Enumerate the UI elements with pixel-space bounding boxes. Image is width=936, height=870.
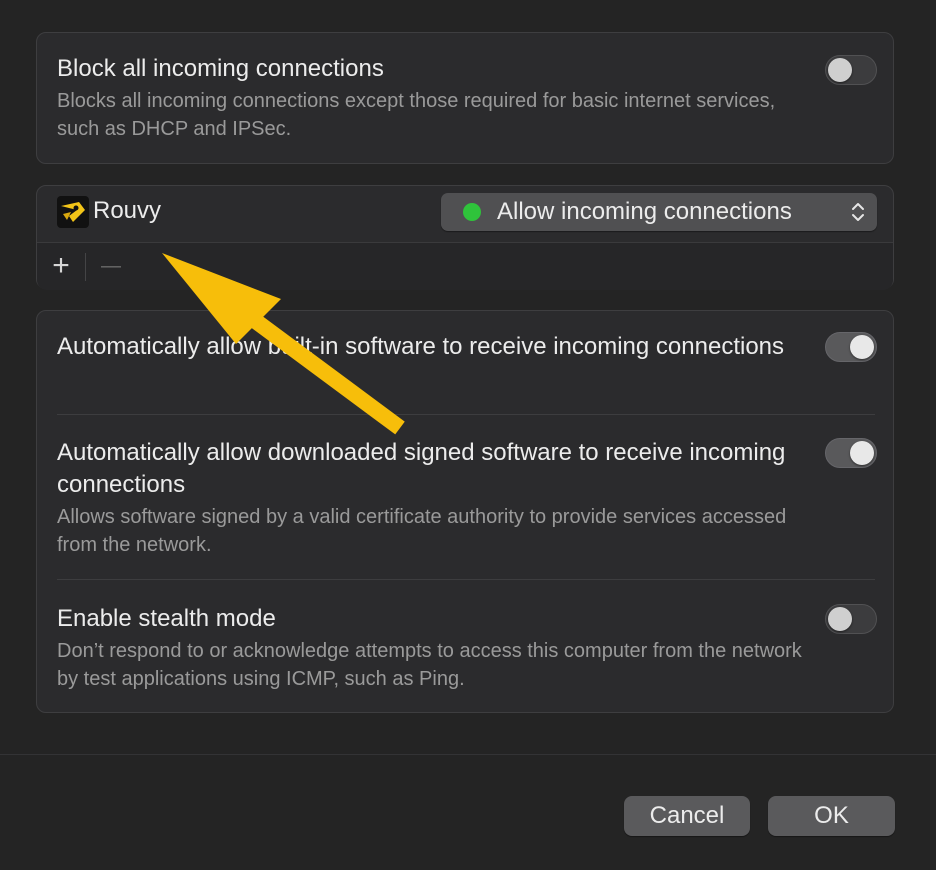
toggle-knob bbox=[850, 441, 874, 465]
app-list-panel: Rouvy Allow incoming connections + — bbox=[36, 185, 894, 290]
updown-chevron-icon bbox=[852, 203, 864, 221]
block-incoming-row: Block all incoming connections Blocks al… bbox=[57, 53, 803, 143]
status-dot bbox=[463, 203, 481, 221]
connection-status-select[interactable]: Allow incoming connections bbox=[441, 193, 877, 231]
block-incoming-title: Block all incoming connections bbox=[57, 55, 384, 82]
cancel-button[interactable]: Cancel bbox=[624, 796, 750, 836]
divider bbox=[57, 579, 875, 580]
auto-allow-signed-toggle[interactable] bbox=[825, 438, 877, 468]
add-app-button[interactable]: + bbox=[47, 249, 75, 283]
footer-divider bbox=[0, 754, 936, 755]
app-list-row[interactable]: Rouvy Allow incoming connections bbox=[37, 186, 893, 242]
toggle-knob bbox=[850, 335, 874, 359]
toggle-knob bbox=[828, 607, 852, 631]
block-incoming-toggle[interactable] bbox=[825, 55, 877, 85]
settings-panel: Automatically allow built-in software to… bbox=[36, 310, 894, 713]
auto-allow-builtin-title: Automatically allow built-in software to… bbox=[57, 333, 785, 360]
app-list-toolbar: + — bbox=[37, 242, 893, 290]
stealth-mode-toggle[interactable] bbox=[825, 604, 877, 634]
connection-status-label: Allow incoming connections bbox=[497, 198, 792, 225]
auto-allow-builtin-row: Automatically allow built-in software to… bbox=[57, 331, 803, 363]
remove-app-button[interactable]: — bbox=[97, 249, 125, 283]
block-incoming-panel: Block all incoming connections Blocks al… bbox=[36, 32, 894, 164]
auto-allow-signed-title: Automatically allow downloaded signed so… bbox=[57, 439, 786, 498]
stealth-mode-description: Don’t respond to or acknowledge attempts… bbox=[57, 640, 802, 690]
stealth-mode-title: Enable stealth mode bbox=[57, 605, 276, 632]
ok-button[interactable]: OK bbox=[768, 796, 895, 836]
auto-allow-builtin-toggle[interactable] bbox=[825, 332, 877, 362]
toggle-knob bbox=[828, 58, 852, 82]
auto-allow-signed-row: Automatically allow downloaded signed so… bbox=[57, 437, 803, 559]
block-incoming-description: Blocks all incoming connections except t… bbox=[57, 90, 776, 140]
auto-allow-signed-description: Allows software signed by a valid certif… bbox=[57, 506, 787, 556]
toolbar-divider bbox=[85, 253, 86, 281]
stealth-mode-row: Enable stealth mode Don’t respond to or … bbox=[57, 603, 803, 693]
divider bbox=[57, 414, 875, 415]
app-name: Rouvy bbox=[93, 197, 162, 224]
rouvy-app-icon bbox=[57, 196, 89, 228]
